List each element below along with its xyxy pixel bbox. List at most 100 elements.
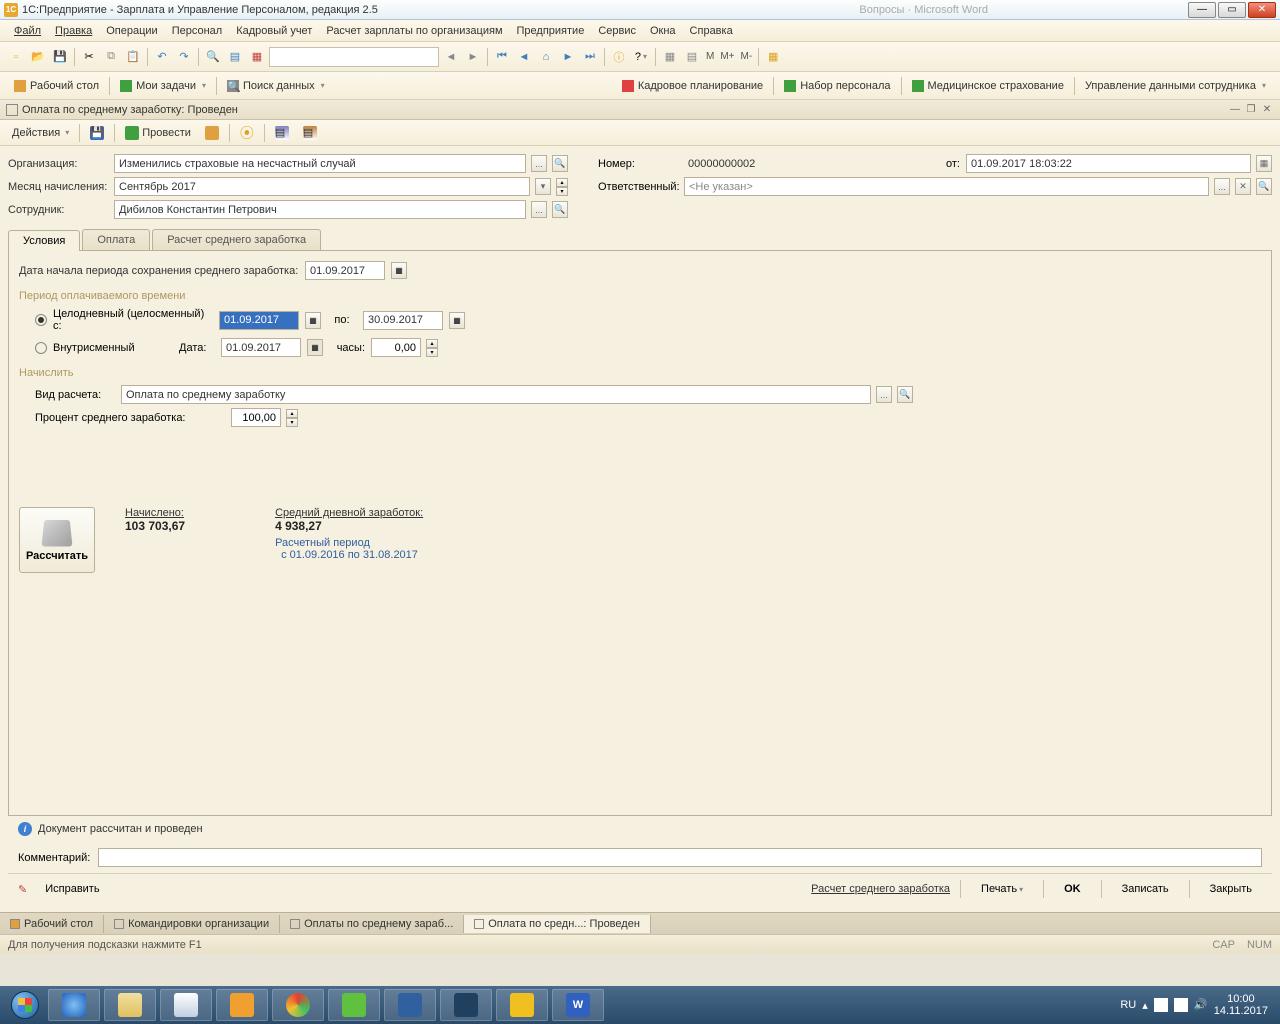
nav-search[interactable]: 🔍Поиск данных xyxy=(219,77,333,95)
task-word[interactable]: W xyxy=(552,989,604,1021)
memory-m[interactable]: М xyxy=(706,51,714,62)
doc-minimize-button[interactable]: — xyxy=(1228,103,1242,117)
task-ie[interactable] xyxy=(48,989,100,1021)
org-lookup-button[interactable]: 🔍 xyxy=(552,155,568,172)
help-circle-icon[interactable]: ⓘ xyxy=(609,47,629,67)
date-to-input[interactable]: 30.09.2017 xyxy=(363,311,443,330)
task-1c-orange[interactable] xyxy=(216,989,268,1021)
calendar2-icon[interactable]: ▤ xyxy=(682,47,702,67)
task-green[interactable] xyxy=(328,989,380,1021)
month-dropdown-button[interactable]: ▾ xyxy=(535,178,551,195)
calc-type-input[interactable]: Оплата по среднему заработку xyxy=(121,385,871,404)
toolbar-search-input[interactable] xyxy=(269,47,439,67)
menu-personnel[interactable]: Персонал xyxy=(166,23,229,39)
copy-icon[interactable]: ⧉ xyxy=(101,47,121,67)
new-icon[interactable]: ▫ xyxy=(6,47,26,67)
menu-file[interactable]: Файл xyxy=(8,23,47,39)
cut-icon[interactable]: ✂ xyxy=(79,47,99,67)
date-from-input[interactable]: 01.09.2017 xyxy=(219,311,299,330)
month-spinner[interactable]: ▴▾ xyxy=(556,178,568,195)
calendar-icon[interactable]: ▦ xyxy=(247,47,267,67)
startdate-input[interactable]: 01.09.2017 xyxy=(305,261,385,280)
wintab-trips[interactable]: Командировки организации xyxy=(104,915,280,933)
tray-clock[interactable]: 10:00 14.11.2017 xyxy=(1214,993,1268,1017)
help-action-icon[interactable]: ⦿ xyxy=(234,121,260,145)
tray-volume-icon[interactable]: 🔊 xyxy=(1194,998,1208,1012)
hours-input[interactable]: 0,00 xyxy=(371,338,421,357)
maximize-button[interactable]: ▭ xyxy=(1218,2,1246,18)
nav-desktop[interactable]: Рабочий стол xyxy=(6,77,107,95)
intra-date-calendar-button[interactable]: ▦ xyxy=(307,339,323,356)
paste-icon[interactable]: 📋 xyxy=(123,47,143,67)
memory-mminus[interactable]: М- xyxy=(741,51,753,62)
table-icon[interactable]: ▦ xyxy=(763,47,783,67)
close-doc-button[interactable]: Закрыть xyxy=(1200,881,1262,897)
tab-payment[interactable]: Оплата xyxy=(82,229,150,250)
open-icon[interactable]: 📂 xyxy=(28,47,48,67)
menu-edit[interactable]: Правка xyxy=(49,23,98,39)
wintab-current[interactable]: Оплата по средн...: Проведен xyxy=(464,915,651,933)
resp-lookup-button[interactable]: 🔍 xyxy=(1256,178,1272,195)
emp-select-button[interactable]: ... xyxy=(531,201,547,218)
menu-help[interactable]: Справка xyxy=(684,23,739,39)
menu-enterprise[interactable]: Предприятие xyxy=(511,23,591,39)
calc-type-select-button[interactable]: ... xyxy=(876,386,892,403)
minimize-button[interactable]: — xyxy=(1188,2,1216,18)
nav-kadr-plan[interactable]: Кадровое планирование xyxy=(614,77,771,95)
tray-lang[interactable]: RU xyxy=(1120,999,1136,1011)
menu-operations[interactable]: Операции xyxy=(100,23,163,39)
resp-clear-button[interactable]: ✕ xyxy=(1235,178,1251,195)
comment-input[interactable] xyxy=(98,848,1262,867)
nav-recruit[interactable]: Набор персонала xyxy=(776,77,898,95)
go-forward-icon[interactable]: ► xyxy=(463,47,483,67)
list-icon[interactable]: ▤ xyxy=(225,47,245,67)
resp-select-button[interactable]: ... xyxy=(1214,178,1230,195)
calculate-button[interactable]: Рассчитать xyxy=(19,507,95,573)
start-button[interactable] xyxy=(4,989,46,1021)
save-action-icon[interactable]: 💾 xyxy=(84,124,110,142)
month-input[interactable]: Сентябрь 2017 xyxy=(114,177,530,196)
calc-icon[interactable]: ▦ xyxy=(660,47,680,67)
nav-empdata[interactable]: Управление данными сотрудника xyxy=(1077,77,1274,95)
startdate-calendar-button[interactable]: ▦ xyxy=(391,262,407,279)
tray-network-icon[interactable] xyxy=(1174,998,1188,1012)
tray-show-hidden-icon[interactable]: ▴ xyxy=(1142,999,1148,1012)
nav-last-icon[interactable]: ⏭ xyxy=(580,47,600,67)
org-input[interactable]: Изменились страховые на несчастный случа… xyxy=(114,154,526,173)
nav-first-icon[interactable]: ⏮ xyxy=(492,47,512,67)
nav-prev-icon[interactable]: ◄ xyxy=(514,47,534,67)
close-button[interactable]: ✕ xyxy=(1248,2,1276,18)
percent-spinner[interactable]: ▴▾ xyxy=(286,409,298,426)
fullday-radio[interactable] xyxy=(35,314,47,326)
actions-menu-button[interactable]: Действия xyxy=(6,125,75,141)
wintab-desktop[interactable]: Рабочий стол xyxy=(0,915,104,933)
nav-next-icon[interactable]: ► xyxy=(558,47,578,67)
print-button[interactable]: Печать xyxy=(971,881,1033,897)
tab-conditions[interactable]: Условия xyxy=(8,230,80,251)
task-1c-yellow[interactable] xyxy=(496,989,548,1021)
percent-input[interactable]: 100,00 xyxy=(231,408,281,427)
task-darkblue[interactable] xyxy=(440,989,492,1021)
task-blue[interactable] xyxy=(384,989,436,1021)
task-chrome[interactable] xyxy=(272,989,324,1021)
list1-icon[interactable]: ▤ xyxy=(269,124,295,142)
save-icon[interactable]: 💾 xyxy=(50,47,70,67)
intra-radio[interactable] xyxy=(35,342,47,354)
date-calendar-button[interactable]: ▦ xyxy=(1256,155,1272,172)
calc-type-lookup-button[interactable]: 🔍 xyxy=(897,386,913,403)
menu-service[interactable]: Сервис xyxy=(592,23,642,39)
wintab-payments[interactable]: Оплаты по среднему зараб... xyxy=(280,915,464,933)
date-from-calendar-button[interactable]: ▦ xyxy=(305,312,321,329)
intra-date-input[interactable]: 01.09.2017 xyxy=(221,338,301,357)
emp-lookup-button[interactable]: 🔍 xyxy=(552,201,568,218)
avgcalc-link[interactable]: Расчет среднего заработка xyxy=(811,883,950,895)
redo-icon[interactable]: ↷ xyxy=(174,47,194,67)
nav-mytasks[interactable]: Мои задачи xyxy=(112,77,214,95)
save-button[interactable]: Записать xyxy=(1112,881,1179,897)
hours-spinner[interactable]: ▴▾ xyxy=(426,339,438,356)
task-notepad[interactable] xyxy=(160,989,212,1021)
find-icon[interactable]: 🔍 xyxy=(203,47,223,67)
emp-input[interactable]: Дибилов Константин Петрович xyxy=(114,200,526,219)
menu-hr[interactable]: Кадровый учет xyxy=(230,23,318,39)
fix-button[interactable]: Исправить xyxy=(35,881,109,897)
